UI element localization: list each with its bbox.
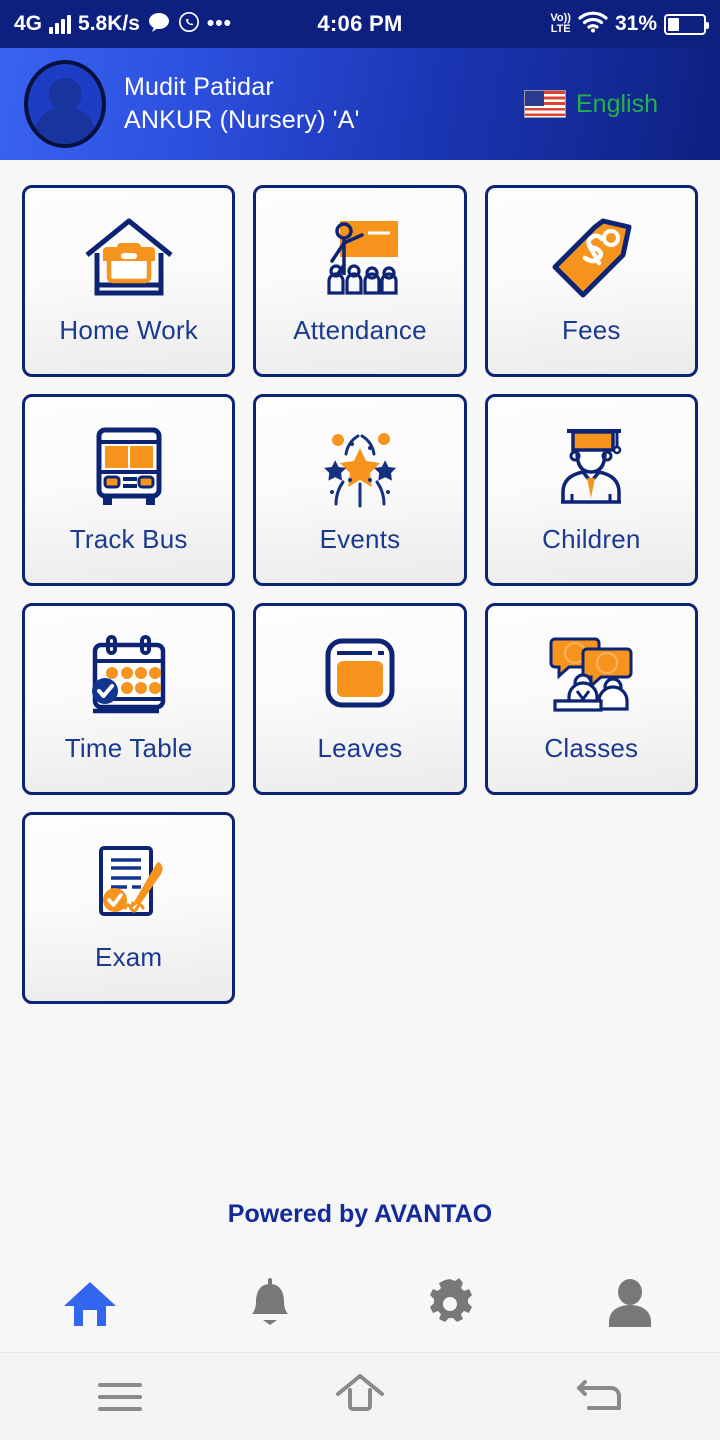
tile-label: Children <box>542 524 641 554</box>
volte-icon: Vo)) LTE <box>550 13 571 35</box>
card-window-icon <box>310 624 410 729</box>
house-briefcase-icon <box>79 206 179 311</box>
bell-icon <box>245 1277 295 1335</box>
person-icon <box>606 1277 654 1336</box>
language-selector[interactable]: English <box>524 90 658 119</box>
us-flag-icon <box>524 90 566 118</box>
android-navigation-bar <box>0 1352 720 1440</box>
tile-label: Attendance <box>293 315 427 345</box>
tile-leaves[interactable]: Leaves <box>253 603 467 795</box>
people-speech-bubbles-icon <box>541 624 641 729</box>
status-bar: 4G 5.8K/s ••• 4:06 PM Vo)) LTE 31% <box>0 0 720 48</box>
home-outline-icon <box>332 1370 388 1423</box>
network-type-label: 4G <box>14 12 43 35</box>
gear-icon <box>423 1277 477 1336</box>
avatar-body <box>34 106 96 144</box>
battery-percent-label: 31% <box>614 12 657 35</box>
home-icon <box>62 1278 118 1335</box>
app-header: Mudit Patidar ANKUR (Nursery) 'A' Englis… <box>0 48 720 160</box>
status-bar-clock: 4:06 PM <box>317 11 403 36</box>
tile-time-table[interactable]: Time Table <box>22 603 236 795</box>
tile-children[interactable]: Children <box>484 394 698 586</box>
bottom-navigation <box>0 1262 720 1350</box>
graduate-student-icon <box>541 415 641 520</box>
nav-item-home[interactable] <box>45 1271 135 1341</box>
user-name: Mudit Patidar <box>124 73 274 101</box>
status-bar-left: 4G 5.8K/s ••• <box>14 10 317 39</box>
nav-item-settings[interactable] <box>405 1271 495 1341</box>
calendar-check-icon <box>79 624 179 729</box>
tile-label: Exam <box>95 942 163 972</box>
wifi-icon <box>578 10 608 39</box>
android-back-button[interactable] <box>545 1367 655 1427</box>
tile-label: Events <box>319 524 401 554</box>
nav-item-profile[interactable] <box>585 1271 675 1341</box>
teacher-board-students-icon <box>310 206 410 311</box>
language-label: English <box>576 89 658 118</box>
tile-attendance[interactable]: Attendance <box>253 185 467 377</box>
fireworks-star-icon <box>310 415 410 520</box>
back-arrow-icon <box>573 1370 627 1423</box>
android-home-button[interactable] <box>305 1367 415 1427</box>
tile-fees[interactable]: Fees <box>484 185 698 377</box>
hamburger-menu-icon <box>98 1382 142 1411</box>
tile-label: Home Work <box>59 315 198 345</box>
status-bar-right: Vo)) LTE 31% <box>403 10 709 39</box>
menu-grid: Home Work Attendance Fees Track Bus Even… <box>0 160 720 1004</box>
signal-bars-icon <box>49 14 72 34</box>
whatsapp-icon <box>178 11 200 38</box>
tile-label: Track Bus <box>69 524 188 554</box>
tile-label: Classes <box>544 733 639 763</box>
powered-by-label: Powered by AVANTAO <box>227 1200 493 1228</box>
tile-exam[interactable]: Exam <box>22 812 236 1004</box>
tile-label: Fees <box>562 315 621 345</box>
user-info: Mudit Patidar ANKUR (Nursery) 'A' <box>124 73 360 135</box>
tile-home-work[interactable]: Home Work <box>22 185 236 377</box>
message-bubble-icon <box>147 10 171 39</box>
tile-track-bus[interactable]: Track Bus <box>22 394 236 586</box>
battery-icon <box>664 13 709 35</box>
volte-bottom-label: LTE <box>550 23 571 35</box>
price-tag-dollar-icon <box>541 206 641 311</box>
tile-events[interactable]: Events <box>253 394 467 586</box>
nav-item-notifications[interactable] <box>225 1271 315 1341</box>
user-class: ANKUR (Nursery) 'A' <box>124 106 360 134</box>
bus-front-icon <box>79 415 179 520</box>
overflow-dots-icon: ••• <box>206 12 232 35</box>
document-pen-check-icon <box>79 833 179 938</box>
tile-label: Time Table <box>64 733 193 763</box>
data-speed-label: 5.8K/s <box>78 12 140 35</box>
tile-label: Leaves <box>317 733 403 763</box>
avatar[interactable] <box>24 60 106 148</box>
android-recents-button[interactable] <box>65 1367 175 1427</box>
tile-classes[interactable]: Classes <box>484 603 698 795</box>
